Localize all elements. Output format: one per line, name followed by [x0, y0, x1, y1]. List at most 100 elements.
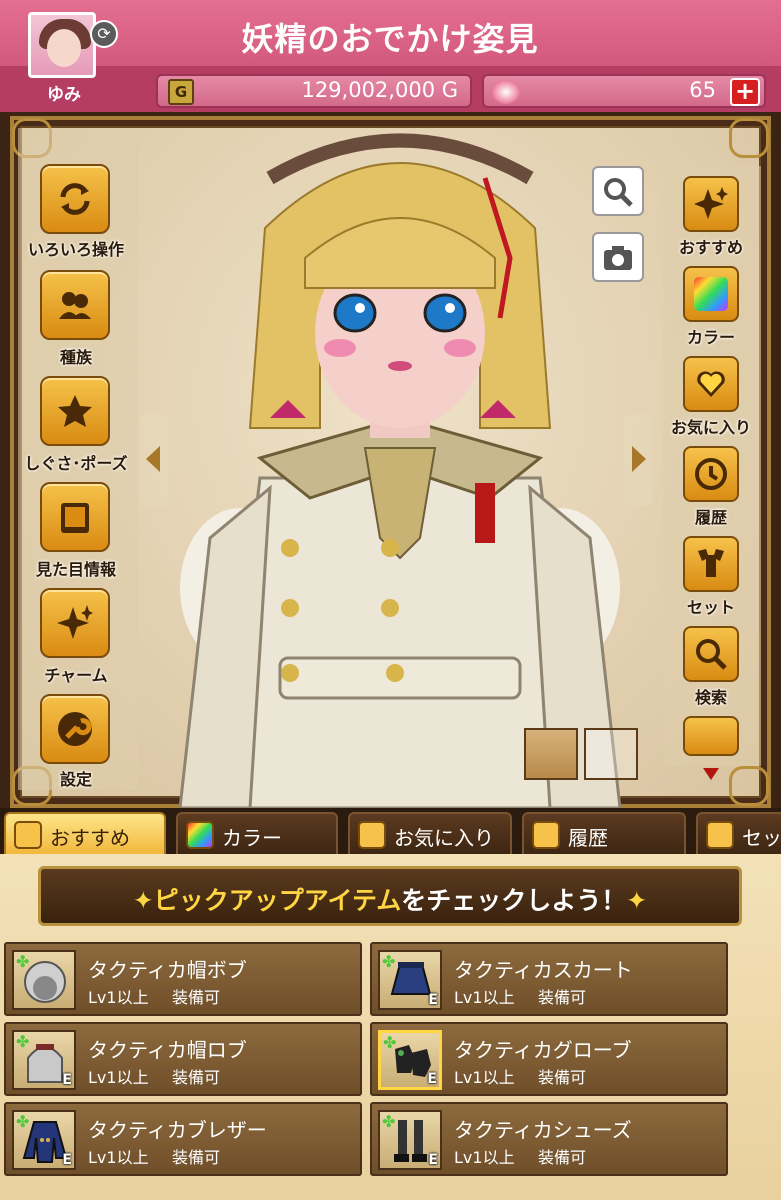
gold-icon: G	[168, 79, 194, 105]
color-icon	[186, 821, 214, 849]
gold-display: G 129,002,000 G	[156, 74, 472, 108]
scroll-down-indicator[interactable]	[703, 768, 719, 780]
banner-star: ✦	[132, 886, 154, 915]
item-thumbnail-selected: ✤ E	[378, 1030, 442, 1090]
frame-ornament	[729, 118, 769, 158]
tab-label: おすすめ	[50, 826, 130, 850]
zoom-button[interactable]	[592, 166, 644, 216]
magnifier-icon	[604, 178, 633, 207]
search-icon	[696, 639, 727, 670]
set-button[interactable]	[683, 536, 739, 592]
set-icon	[706, 821, 734, 849]
page-title: 妖精のおでかけ姿見	[241, 20, 539, 58]
clover-icon: ✤	[16, 1032, 30, 1051]
item-thumbnail: ✤ E	[378, 950, 442, 1010]
sparkle-icon	[14, 821, 42, 849]
menu-label: セット	[686, 598, 735, 617]
item-card[interactable]: ✤ E タクティカシューズ Lv1以上 装備可	[370, 1102, 728, 1176]
item-name: タクティカブレザー	[88, 1118, 267, 1142]
menu-label: 履歴	[694, 508, 727, 527]
menu-label: カラー	[686, 328, 735, 347]
species-icon	[59, 292, 91, 319]
color-swatch-2[interactable]	[584, 728, 638, 780]
item-equip-status: 装備可	[538, 988, 587, 1007]
banner-rest: をチェックしよう！	[401, 886, 627, 915]
menu-label: 種族	[59, 348, 92, 367]
history-button[interactable]	[683, 446, 739, 502]
color-swatch-1[interactable]	[524, 728, 578, 780]
item-name: タクティカシューズ	[454, 1118, 632, 1142]
item-card[interactable]: ✤ E タクティカ帽ロブ Lv1以上 装備可	[4, 1022, 362, 1096]
sparkle-icon	[57, 605, 93, 639]
avatar[interactable]	[28, 12, 96, 78]
equipped-mark: E	[62, 1072, 72, 1088]
menu-label: 見た目情報	[35, 560, 116, 579]
tab-color[interactable]: カラー	[176, 812, 338, 854]
settings-button[interactable]	[40, 694, 110, 764]
app-root: ⟳ ゆみ 妖精のおでかけ姿見 G 129,002,000 G 65 + いろいろ…	[0, 0, 781, 1200]
banner-star: ✦	[626, 886, 648, 915]
prev-arrow-button[interactable]	[140, 414, 168, 506]
gem-display: 65 +	[482, 74, 766, 108]
equipped-mark: E	[428, 992, 438, 1008]
book-icon	[61, 503, 89, 533]
item-level: Lv1以上	[88, 1148, 149, 1167]
menu-label: おすすめ	[678, 238, 743, 257]
character-preview[interactable]	[150, 118, 650, 808]
add-gems-button[interactable]: +	[730, 78, 760, 106]
item-thumbnail: ✤ E	[378, 1110, 442, 1170]
next-arrow-button[interactable]	[624, 414, 652, 506]
gold-value: 129,002,000 G	[301, 78, 458, 102]
tab-history[interactable]: 履歴	[522, 812, 686, 854]
tab-recommended[interactable]: おすすめ	[4, 812, 166, 854]
heart-icon	[697, 371, 725, 397]
item-equip-status: 装備可	[538, 1148, 587, 1167]
equipped-mark: E	[428, 1152, 438, 1168]
item-card[interactable]: ✤ E タクティカグローブ Lv1以上 装備可	[370, 1022, 728, 1096]
menu-label: チャーム	[44, 666, 108, 685]
tab-favorites[interactable]: お気に入り	[348, 812, 512, 854]
switch-character-icon[interactable]: ⟳	[90, 20, 118, 48]
appearance-info-button[interactable]	[40, 482, 110, 552]
clover-icon: ✤	[383, 1033, 397, 1052]
item-equip-status: 装備可	[172, 988, 221, 1007]
clover-icon: ✤	[16, 1112, 30, 1131]
pickup-banner[interactable]: ✦ピックアップアイテムをチェックしよう！✦	[38, 866, 742, 926]
chevron-right-icon	[632, 446, 646, 472]
equipped-mark: E	[62, 1152, 72, 1168]
item-level: Lv1以上	[88, 988, 149, 1007]
tab-label: お気に入り	[394, 826, 494, 850]
camera-button[interactable]	[592, 232, 644, 282]
gem-value: 65	[689, 78, 716, 102]
avatar-face	[47, 29, 81, 67]
history-icon	[532, 821, 560, 849]
item-level: Lv1以上	[454, 988, 515, 1007]
item-card[interactable]: ✤ タクティカ帽ボブ Lv1以上 装備可	[4, 942, 362, 1016]
species-button[interactable]	[40, 270, 110, 340]
mannequin-button[interactable]	[683, 716, 739, 756]
recommended-button[interactable]	[683, 176, 739, 232]
header-bar: ⟳ ゆみ 妖精のおでかけ姿見 G 129,002,000 G 65 +	[0, 0, 781, 112]
gesture-pose-button[interactable]	[40, 376, 110, 446]
charm-button[interactable]	[40, 588, 110, 658]
item-level: Lv1以上	[454, 1068, 515, 1087]
item-list-panel: ✦ピックアップアイテムをチェックしよう！✦ ✤ タクティカ帽ボブ Lv1以上 装…	[0, 854, 781, 1200]
search-button[interactable]	[683, 626, 739, 682]
chevron-left-icon	[146, 446, 160, 472]
menu-label: お気に入り	[670, 418, 751, 437]
frame-ornament	[729, 766, 769, 806]
clover-icon: ✤	[16, 952, 30, 971]
favorites-button[interactable]	[683, 356, 739, 412]
menu-label: 検索	[694, 688, 727, 707]
tab-label: 履歴	[568, 826, 608, 850]
tab-bar: おすすめ カラー お気に入り 履歴 セット	[0, 808, 781, 854]
gem-icon	[492, 80, 520, 104]
color-button[interactable]	[683, 266, 739, 322]
misc-actions-button[interactable]	[40, 164, 110, 234]
wrench-icon	[58, 712, 92, 746]
star-icon	[58, 395, 92, 427]
tab-set[interactable]: セット	[696, 812, 781, 854]
banner-highlight: ピックアップアイテム	[153, 886, 402, 915]
item-card[interactable]: ✤ E タクティカスカート Lv1以上 装備可	[370, 942, 728, 1016]
item-card[interactable]: ✤ E タクティカブレザー Lv1以上 装備可	[4, 1102, 362, 1176]
